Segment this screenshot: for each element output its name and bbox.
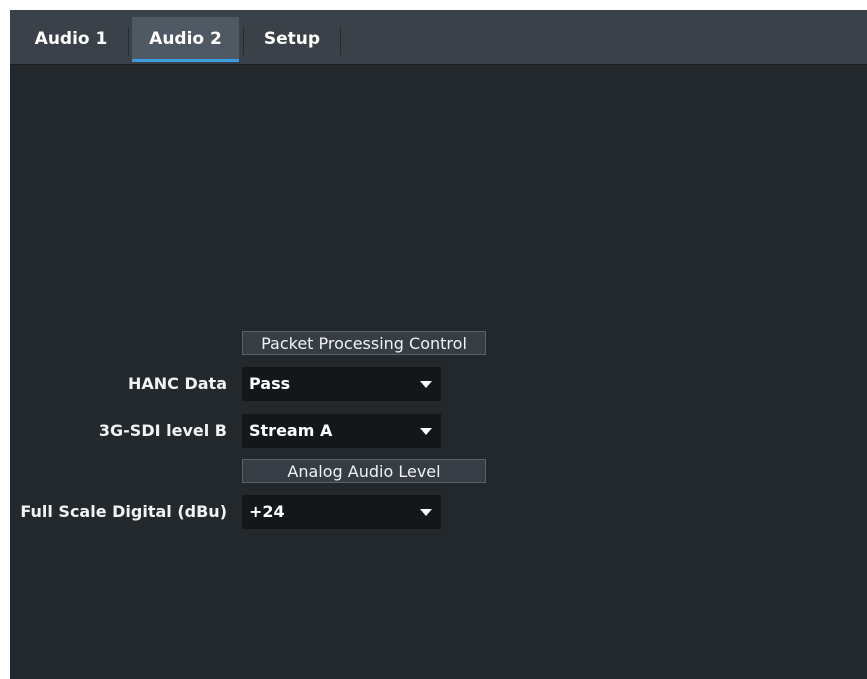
sdi-level-b-label: 3G-SDI level B (98, 421, 227, 440)
tab-separator (340, 27, 341, 55)
full-scale-label: Full Scale Digital (dBu) (20, 502, 227, 521)
hanc-data-label: HANC Data (128, 374, 227, 393)
tab-separator (128, 27, 129, 55)
tab-audio-1[interactable]: Audio 1 (18, 17, 124, 62)
sdi-level-b-value: Stream A (249, 421, 333, 440)
chevron-down-icon (420, 509, 432, 516)
full-scale-value: +24 (249, 502, 285, 521)
tab-audio-2[interactable]: Audio 2 (132, 17, 239, 62)
tab-bar: Audio 1 Audio 2 Setup (10, 10, 867, 65)
full-scale-dropdown[interactable]: +24 (242, 495, 441, 529)
tab-separator (243, 27, 244, 55)
sdi-level-b-dropdown[interactable]: Stream A (242, 414, 441, 448)
hanc-data-value: Pass (249, 374, 291, 393)
hanc-data-dropdown[interactable]: Pass (242, 367, 441, 401)
tab-setup[interactable]: Setup (250, 17, 334, 62)
settings-panel: Audio 1 Audio 2 Setup Packet Processing … (10, 10, 867, 679)
packet-processing-header: Packet Processing Control (242, 331, 486, 355)
analog-audio-header: Analog Audio Level (242, 459, 486, 483)
chevron-down-icon (420, 381, 432, 388)
chevron-down-icon (420, 428, 432, 435)
